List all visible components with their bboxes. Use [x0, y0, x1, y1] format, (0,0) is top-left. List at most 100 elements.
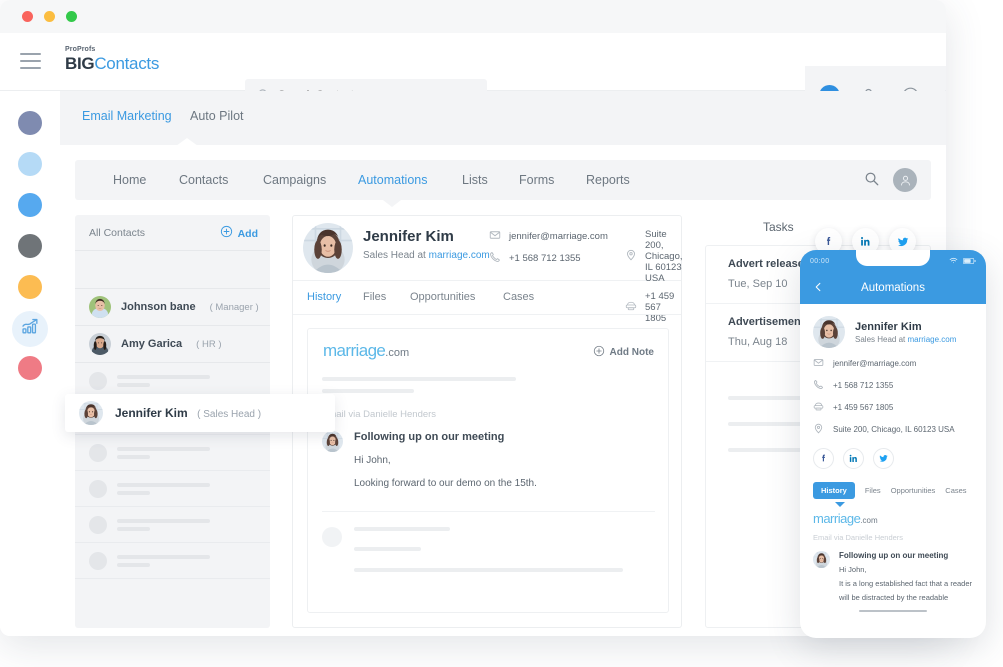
tab-automations[interactable]: Automations [358, 173, 427, 187]
contact-email-value: jennifer@marriage.com [509, 231, 608, 242]
screenshot-stage: ProProfs BIG Contacts Search Contact Emai… [0, 0, 1003, 667]
contact-role: ( Sales Head ) [197, 409, 262, 420]
rail-item-4[interactable] [18, 234, 42, 258]
phone-message-line-2: It is a long established fact that a rea… [839, 579, 972, 588]
contact-mobile-value: +1 568 712 1355 [509, 253, 581, 264]
phone-field-phone: +1 459 567 1805 [813, 401, 973, 414]
rail-item-2[interactable] [18, 152, 42, 176]
phone-email-value: jennifer@marriage.com [833, 359, 917, 368]
list-item[interactable]: Johnson bane ( Manager ) [75, 289, 270, 326]
phone-field-address: Suite 200, Chicago, IL 60123 USA [813, 423, 973, 436]
close-window-button[interactable] [22, 11, 33, 22]
desk-phone-icon [813, 401, 824, 414]
twitter-icon[interactable] [873, 448, 894, 469]
plus-circle-icon [220, 225, 233, 243]
phone-tabs: History Files Opportunities Cases [813, 482, 973, 507]
maximize-window-button[interactable] [66, 11, 77, 22]
company-link[interactable]: marriage.com [429, 250, 490, 261]
phone-message-line-1: Hi John, [839, 565, 867, 574]
phone-message-line-3: will be distracted by the readable [839, 593, 949, 602]
phone-field-email: jennifer@marriage.com [813, 357, 973, 370]
detail-tab-files[interactable]: Files [363, 291, 386, 303]
linkedin-icon[interactable] [843, 448, 864, 469]
contact-detail-card: Jennifer Kim Sales Head at marriage.com … [292, 215, 683, 628]
add-note-button[interactable]: Add Note [593, 345, 654, 360]
placeholder-avatar [89, 551, 107, 570]
phone-contact-name: Jennifer Kim [855, 320, 922, 333]
list-item-placeholder[interactable] [75, 507, 270, 543]
tab-active-notch [383, 200, 401, 207]
phone-clock: 00:00 [810, 257, 830, 265]
placeholder-avatar [89, 443, 107, 462]
note-via-label: Email via Danielle Henders [322, 409, 437, 420]
tab-forms[interactable]: Forms [519, 173, 554, 187]
rail-item-1[interactable] [18, 111, 42, 135]
rail-item-3[interactable] [18, 193, 42, 217]
detail-tab-history[interactable]: History [307, 291, 341, 303]
phone-tab-active-notch [835, 502, 845, 507]
minimize-window-button[interactable] [44, 11, 55, 22]
contact-field-group-left: jennifer@marriage.com +1 568 712 1355 [489, 229, 608, 266]
tab-contacts[interactable]: Contacts [179, 173, 228, 187]
contact-role: ( HR ) [196, 338, 222, 350]
contact-name: Amy Garica [121, 338, 183, 350]
phone-contact-role: Sales Head at marriage.com [855, 335, 956, 344]
rail-item-analytics[interactable] [12, 311, 48, 347]
rail-item-5[interactable] [18, 275, 42, 299]
phone-address-value: Suite 200, Chicago, IL 60123 USA [833, 425, 955, 434]
placeholder-bar [322, 377, 516, 381]
phone-marriage-logo-main: marriage [813, 511, 861, 526]
tab-campaigns[interactable]: Campaigns [263, 173, 326, 187]
phone-social-links [813, 448, 973, 469]
phone-tab-files[interactable]: Files [865, 486, 881, 495]
envelope-icon [489, 229, 501, 244]
app-header: ProProfs BIGContacts [0, 33, 946, 124]
phone-note-message: Following up on our meeting Hi John, It … [813, 551, 973, 602]
facebook-icon[interactable] [813, 448, 834, 469]
subnav-item-auto-pilot[interactable]: Auto Pilot [190, 109, 244, 123]
avatar[interactable] [893, 168, 917, 192]
detail-tab-opportunities[interactable]: Opportunities [410, 291, 475, 303]
add-contact-button[interactable]: Add [220, 225, 258, 243]
tab-reports[interactable]: Reports [586, 173, 630, 187]
brand-big-label: BIG [65, 54, 95, 73]
avatar [303, 223, 353, 273]
selected-contact-card[interactable]: Jennifer Kim ( Sales Head ) [65, 394, 335, 432]
search-icon[interactable] [864, 171, 879, 191]
phone-tab-history[interactable]: History [813, 482, 855, 499]
role-prefix: Sales Head at [363, 250, 429, 261]
chevron-left-icon[interactable] [813, 280, 824, 299]
history-note-card: marriage.com Add Note Email via Danielle… [307, 328, 669, 613]
tab-lists[interactable]: Lists [462, 173, 488, 187]
phone-note-via: Email via Danielle Henders [813, 533, 904, 542]
detail-tab-active-notch [319, 315, 335, 322]
detail-tabs: History Files Opportunities Cases [293, 281, 681, 322]
rail-item-7[interactable] [18, 356, 42, 380]
tasks-title: Tasks [763, 220, 794, 234]
phone-message-title: Following up on our meeting [839, 551, 949, 560]
hamburger-icon[interactable] [20, 53, 41, 69]
placeholder-bar [354, 568, 623, 572]
phone-company-link[interactable]: marriage.com [907, 335, 956, 344]
subnav-item-email-marketing[interactable]: Email Marketing [82, 109, 172, 123]
list-item[interactable]: Amy Garica ( HR ) [75, 326, 270, 363]
brand-proprofs-label: ProProfs [65, 46, 96, 53]
note-message-line-1: Hi John, [354, 455, 391, 466]
phone-role-prefix: Sales Head at [855, 334, 908, 344]
note-message: Following up on our meeting Hi John, Loo… [322, 431, 537, 489]
contact-field-address: Suite 200, Chicago, IL 60123 USA [625, 229, 683, 284]
list-item-placeholder[interactable] [75, 471, 270, 507]
avatar [322, 431, 343, 452]
marriage-logo-main: marriage [323, 341, 386, 360]
tab-home[interactable]: Home [113, 173, 146, 187]
list-item[interactable] [75, 251, 270, 289]
phone-tab-cases[interactable]: Cases [945, 486, 966, 495]
avatar [79, 401, 103, 425]
sub-navigation: Email Marketing Auto Pilot [60, 91, 946, 146]
location-pin-icon [625, 249, 637, 264]
contact-field-mobile: +1 568 712 1355 [489, 251, 608, 266]
list-item-placeholder[interactable] [75, 435, 270, 471]
detail-tab-cases[interactable]: Cases [503, 291, 534, 303]
list-item-placeholder[interactable] [75, 543, 270, 579]
phone-tab-opportunities[interactable]: Opportunities [891, 486, 936, 495]
